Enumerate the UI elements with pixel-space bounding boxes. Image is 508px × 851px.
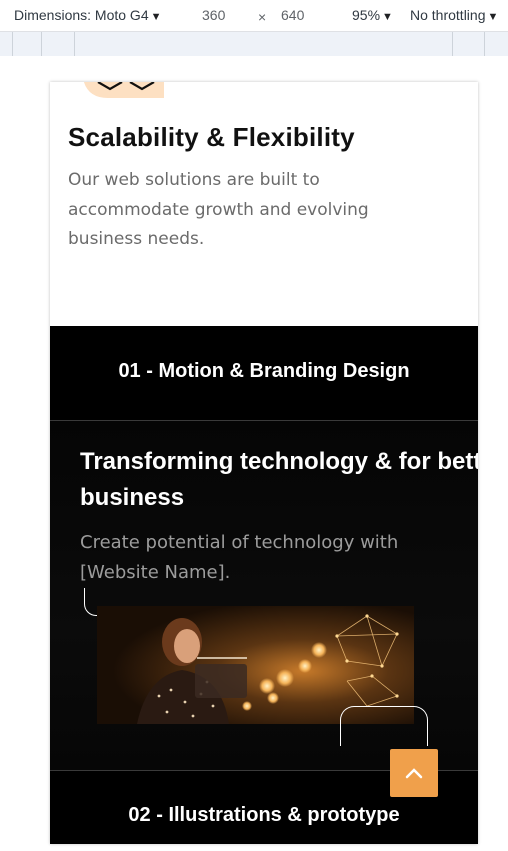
panel-title-line: business [80,484,185,511]
outline-button[interactable] [340,706,428,746]
ruler-tick[interactable] [484,32,485,56]
feature-description: Our web solutions are built to accommoda… [68,170,369,249]
accordion-item-illustrations[interactable]: 02 - Illustrations & prototype [50,804,478,827]
zoom-label: 95% [352,7,381,23]
zoom-select[interactable]: 95% ▼ [352,7,393,23]
width-input[interactable]: 360 [202,7,225,23]
panel-title: Transforming technology & for better bus… [80,444,478,516]
ruler-tick[interactable] [74,32,75,56]
throttling-select[interactable]: No throttling ▼ [410,7,498,23]
accordion-item-motion-branding[interactable]: 01 - Motion & Branding Design [50,360,478,383]
height-input[interactable]: 640 [281,7,304,23]
throttling-label: No throttling [410,7,486,23]
panel-description: Create potential of technology with [Web… [80,532,399,583]
chevrons-icon [83,82,164,98]
device-select[interactable]: Dimensions: Moto G4 ▼ [14,7,162,23]
ruler-tick[interactable] [12,32,13,56]
panel-title-line: Transforming technology & for better [80,448,478,475]
device-select-label: Dimensions: Moto G4 [14,7,149,23]
dropdown-caret-icon: ▼ [150,11,162,23]
chevron-up-icon [405,768,423,779]
media-query-ruler [0,32,508,56]
dropdown-caret-icon: ▼ [487,11,499,23]
times-icon: × [258,9,267,25]
back-to-top-button[interactable] [390,749,438,797]
feature-card: Scalability & Flexibility Our web soluti… [50,82,478,326]
ruler-bar [0,32,508,56]
feature-title: Scalability & Flexibility [68,122,355,152]
dropdown-caret-icon: ▼ [382,11,393,23]
devtools-toolbar: Dimensions: Moto G4 ▼ 360 × 640 95% ▼ No t… [0,0,508,32]
ruler-tick[interactable] [41,32,42,56]
page-viewport: Scalability & Flexibility Our web soluti… [50,82,478,844]
ruler-tick[interactable] [452,32,453,56]
